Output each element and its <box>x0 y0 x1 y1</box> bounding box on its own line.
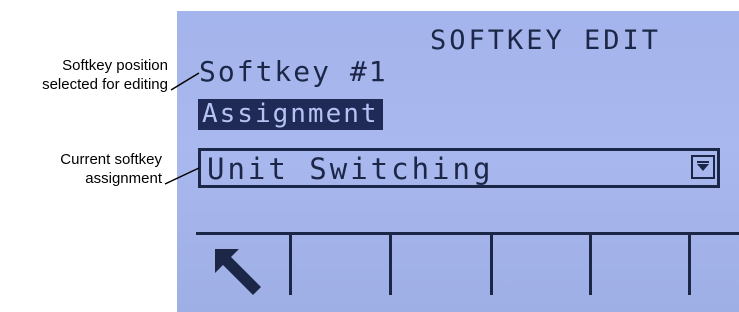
softkey-3[interactable] <box>392 235 489 312</box>
callout-softkey-position: Softkey position selected for editing <box>0 56 168 94</box>
callout-current-assignment: Current softkey assignment <box>0 150 162 188</box>
softkey-number-label: Softkey #1 <box>199 55 388 88</box>
callout-softkey-position-line2: selected for editing <box>42 76 168 93</box>
softkey-4[interactable] <box>493 235 588 312</box>
dropdown-arrow-icon[interactable] <box>691 155 715 179</box>
callout-current-assignment-line2: assignment <box>85 170 162 187</box>
softkey-2[interactable] <box>292 235 388 312</box>
assignment-field-label[interactable]: Assignment <box>198 99 383 130</box>
softkey-5[interactable] <box>592 235 687 312</box>
callout-softkey-position-line1: Softkey position <box>62 57 168 74</box>
back-arrow-icon <box>215 249 261 295</box>
assignment-dropdown-value: Unit Switching <box>207 152 494 186</box>
softkey-6[interactable] <box>691 235 739 312</box>
lcd-screen: SOFTKEY EDIT Softkey #1 Assignment Unit … <box>177 11 739 312</box>
assignment-dropdown[interactable]: Unit Switching <box>198 148 720 188</box>
softkey-edit-figure: Softkey position selected for editing Cu… <box>0 0 739 312</box>
screen-title: SOFTKEY EDIT <box>430 25 662 56</box>
callout-current-assignment-line1: Current softkey <box>60 151 162 168</box>
